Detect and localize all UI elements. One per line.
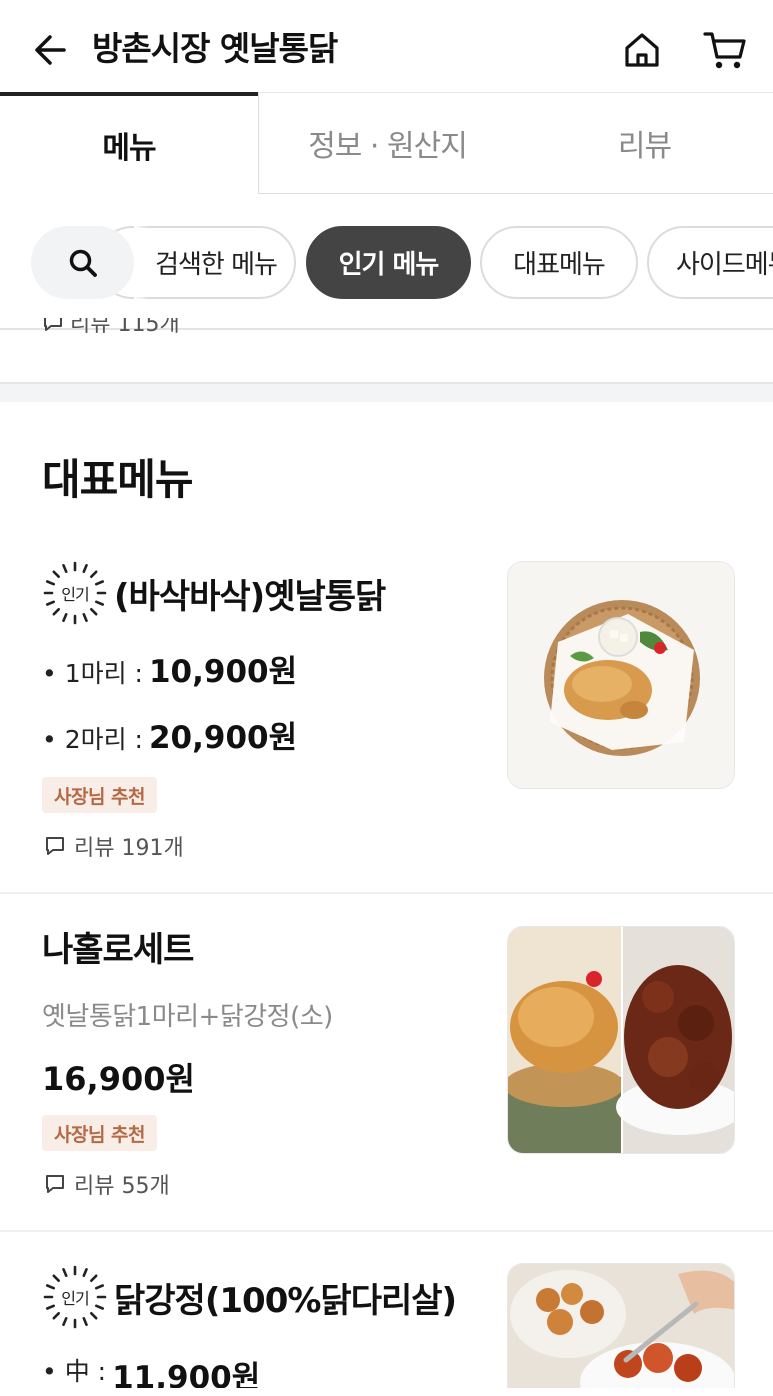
price-option-label: • 1마리 : xyxy=(42,659,143,688)
section-divider xyxy=(0,382,773,402)
gangjeong-photo xyxy=(508,1264,734,1388)
previous-item-review: 리뷰 115개 xyxy=(42,318,180,344)
menu-item-name: 나홀로세트 xyxy=(42,930,194,970)
owner-recommend-badge: 사장님 추천 xyxy=(42,1115,158,1151)
arrow-left-icon xyxy=(35,35,66,65)
comment-icon xyxy=(44,318,62,331)
price-option: • 2마리 : 20,900원 xyxy=(42,712,297,757)
page-title: 방촌시장 옛날통닭 xyxy=(92,29,338,68)
owner-recommend-badge: 사장님 추천 xyxy=(42,777,158,813)
bottom-safe-area xyxy=(0,1388,773,1396)
menu-item-name-row[interactable]: 인기 (바삭바삭)옛날통닭 xyxy=(42,560,386,626)
menu-item-name-row[interactable]: 인기 닭강정(100%닭다리살) xyxy=(42,1264,457,1330)
chip-side-menu[interactable]: 사이드메뉴 xyxy=(647,226,773,299)
chicken-set-photo xyxy=(508,927,734,1153)
price-option-label: • 2마리 : xyxy=(42,725,143,754)
price-option: • 1마리 : 10,900원 xyxy=(42,646,297,691)
price-option-label: • 中 : xyxy=(42,1357,107,1386)
menu-item-review: 리뷰 191개 xyxy=(44,830,184,862)
comment-icon xyxy=(46,837,64,855)
menu-item-price: 16,900원 xyxy=(42,1060,195,1098)
menu-category-chips: 검색한 메뉴 인기 메뉴 대표메뉴 사이드메뉴 xyxy=(0,195,773,330)
review-count: 리뷰 191개 xyxy=(74,836,184,861)
top-app-bar: 방촌시장 옛날통닭 xyxy=(0,0,773,95)
cart-icon xyxy=(703,32,746,69)
menu-item-photo-gangjeong[interactable] xyxy=(507,1263,735,1388)
chip-scroll-fade xyxy=(134,220,148,305)
menu-item-description: 옛날통닭1마리+닭강정(소) xyxy=(42,1002,333,1032)
store-tabs: 메뉴 정보 · 원산지 리뷰 xyxy=(0,92,773,194)
popular-badge-label: 인기 xyxy=(61,1289,89,1308)
comment-icon xyxy=(46,1175,64,1193)
search-icon xyxy=(69,249,97,277)
section-title: 대표메뉴 xyxy=(42,455,194,504)
menu-item-name-row[interactable]: 나홀로세트 xyxy=(42,924,194,976)
menu-item-review: 리뷰 55개 xyxy=(44,1168,170,1200)
chip-popular-menu[interactable]: 인기 메뉴 xyxy=(306,226,471,299)
home-icon xyxy=(625,33,659,67)
fried-chicken-photo xyxy=(508,562,734,788)
home-button[interactable] xyxy=(618,26,666,74)
price-option-value: 11,900원 xyxy=(112,1360,261,1388)
tab-menu[interactable]: 메뉴 xyxy=(0,92,258,194)
price-option-value: 10,900원 xyxy=(148,654,298,690)
tab-info-origin[interactable]: 정보 · 원산지 xyxy=(258,92,516,194)
popular-badge: 인기 xyxy=(42,1264,108,1330)
cart-button[interactable] xyxy=(700,26,750,74)
menu-item-photo-set[interactable] xyxy=(507,926,735,1154)
chip-representative-menu[interactable]: 대표메뉴 xyxy=(480,226,638,299)
item-divider xyxy=(0,892,773,894)
popular-badge-label: 인기 xyxy=(61,585,89,604)
menu-search-button[interactable] xyxy=(31,226,134,299)
popular-badge: 인기 xyxy=(42,560,108,626)
item-divider xyxy=(0,1230,773,1232)
price-option-value: 20,900원 xyxy=(148,720,298,756)
back-button[interactable] xyxy=(28,28,72,72)
menu-item-photo-chicken[interactable] xyxy=(507,561,735,789)
review-count: 리뷰 115개 xyxy=(70,318,180,337)
review-count: 리뷰 55개 xyxy=(74,1174,170,1199)
tab-review[interactable]: 리뷰 xyxy=(516,92,773,194)
menu-item-name: 닭강정(100%닭다리살) xyxy=(114,1280,457,1321)
price-option: • 中 : 11,900원 xyxy=(42,1352,260,1388)
menu-item-name: (바삭바삭)옛날통닭 xyxy=(114,576,386,617)
